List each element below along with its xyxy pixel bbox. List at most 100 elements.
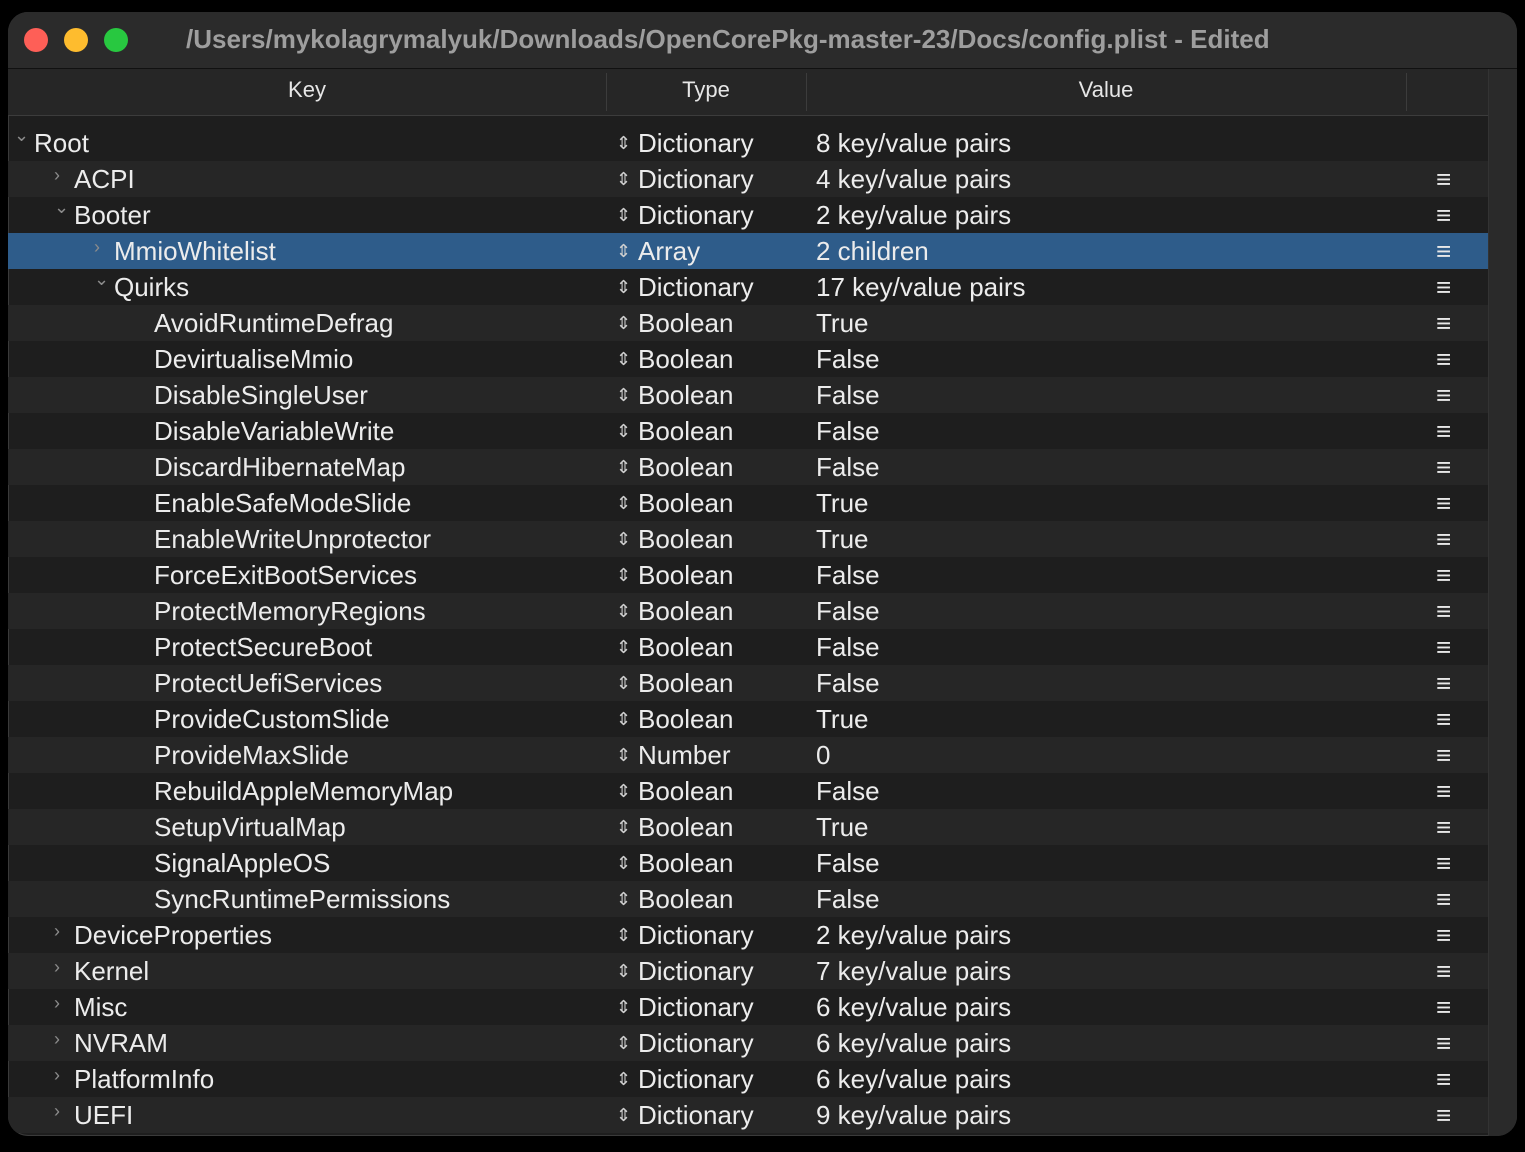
- row-value[interactable]: 4 key/value pairs: [816, 161, 1011, 197]
- row-menu-icon[interactable]: ≡: [1436, 917, 1451, 953]
- outline-row[interactable]: ⌄ Root ⇕ Dictionary 8 key/value pairs: [8, 125, 1488, 161]
- row-key[interactable]: ProtectMemoryRegions: [154, 593, 426, 629]
- row-value[interactable]: True: [816, 305, 869, 341]
- row-menu-icon[interactable]: ≡: [1436, 989, 1451, 1025]
- type-stepper-icon[interactable]: ⇕: [616, 449, 631, 485]
- row-key[interactable]: Root: [34, 125, 89, 161]
- column-header-value[interactable]: Value: [807, 69, 1405, 115]
- row-type[interactable]: Boolean: [638, 377, 733, 413]
- row-menu-icon[interactable]: ≡: [1436, 377, 1451, 413]
- type-stepper-icon[interactable]: ⇕: [616, 521, 631, 557]
- type-stepper-icon[interactable]: ⇕: [616, 377, 631, 413]
- disclosure-collapsed-icon[interactable]: ›: [54, 1093, 60, 1129]
- row-value[interactable]: False: [816, 557, 880, 593]
- type-stepper-icon[interactable]: ⇕: [616, 557, 631, 593]
- vertical-scrollbar[interactable]: [1488, 69, 1517, 1136]
- row-value[interactable]: False: [816, 881, 880, 917]
- row-key[interactable]: DisableVariableWrite: [154, 413, 394, 449]
- disclosure-collapsed-icon[interactable]: ›: [54, 157, 60, 193]
- row-key[interactable]: DeviceProperties: [74, 917, 272, 953]
- row-key[interactable]: SyncRuntimePermissions: [154, 881, 450, 917]
- row-key[interactable]: ForceExitBootServices: [154, 557, 417, 593]
- disclosure-collapsed-icon[interactable]: ›: [54, 1021, 60, 1057]
- row-key[interactable]: NVRAM: [74, 1025, 168, 1061]
- row-key[interactable]: MmioWhitelist: [114, 233, 276, 269]
- outline-row[interactable]: DisableVariableWrite ⇕ Boolean False ≡: [8, 413, 1488, 449]
- row-type[interactable]: Boolean: [638, 773, 733, 809]
- row-menu-icon[interactable]: ≡: [1436, 845, 1451, 881]
- row-key[interactable]: ProvideCustomSlide: [154, 701, 390, 737]
- row-value[interactable]: False: [816, 593, 880, 629]
- row-type[interactable]: Dictionary: [638, 953, 754, 989]
- type-stepper-icon[interactable]: ⇕: [616, 953, 631, 989]
- row-type[interactable]: Boolean: [638, 881, 733, 917]
- row-key[interactable]: DisableSingleUser: [154, 377, 368, 413]
- outline-row[interactable]: EnableWriteUnprotector ⇕ Boolean True ≡: [8, 521, 1488, 557]
- row-menu-icon[interactable]: ≡: [1436, 485, 1451, 521]
- outline-row[interactable]: › Kernel ⇕ Dictionary 7 key/value pairs ≡: [8, 953, 1488, 989]
- type-stepper-icon[interactable]: ⇕: [616, 1061, 631, 1097]
- row-key[interactable]: Misc: [74, 989, 127, 1025]
- type-stepper-icon[interactable]: ⇕: [616, 989, 631, 1025]
- outline-row[interactable]: ProvideMaxSlide ⇕ Number 0 ≡: [8, 737, 1488, 773]
- column-header-type[interactable]: Type: [607, 69, 805, 115]
- row-type[interactable]: Dictionary: [638, 161, 754, 197]
- row-type[interactable]: Boolean: [638, 629, 733, 665]
- disclosure-collapsed-icon[interactable]: ›: [94, 229, 100, 265]
- row-type[interactable]: Boolean: [638, 701, 733, 737]
- outline-row[interactable]: › Misc ⇕ Dictionary 6 key/value pairs ≡: [8, 989, 1488, 1025]
- row-value[interactable]: False: [816, 629, 880, 665]
- row-type[interactable]: Boolean: [638, 593, 733, 629]
- row-key[interactable]: ACPI: [74, 161, 135, 197]
- outline-row[interactable]: ProtectSecureBoot ⇕ Boolean False ≡: [8, 629, 1488, 665]
- outline-row[interactable]: DisableSingleUser ⇕ Boolean False ≡: [8, 377, 1488, 413]
- row-value[interactable]: 2 children: [816, 233, 929, 269]
- row-key[interactable]: PlatformInfo: [74, 1061, 214, 1097]
- outline-row[interactable]: SignalAppleOS ⇕ Boolean False ≡: [8, 845, 1488, 881]
- row-value[interactable]: True: [816, 485, 869, 521]
- type-stepper-icon[interactable]: ⇕: [616, 413, 631, 449]
- row-value[interactable]: 9 key/value pairs: [816, 1097, 1011, 1133]
- row-value[interactable]: 6 key/value pairs: [816, 1025, 1011, 1061]
- type-stepper-icon[interactable]: ⇕: [616, 773, 631, 809]
- row-menu-icon[interactable]: ≡: [1436, 413, 1451, 449]
- type-stepper-icon[interactable]: ⇕: [616, 485, 631, 521]
- row-type[interactable]: Boolean: [638, 341, 733, 377]
- row-key[interactable]: UEFI: [74, 1097, 133, 1133]
- row-value[interactable]: 0: [816, 737, 830, 773]
- outline-row[interactable]: › DeviceProperties ⇕ Dictionary 2 key/value …: [8, 917, 1488, 953]
- column-divider[interactable]: [1406, 73, 1407, 111]
- row-value[interactable]: True: [816, 701, 869, 737]
- row-key[interactable]: DevirtualiseMmio: [154, 341, 353, 377]
- outline-row[interactable]: ⌄ Booter ⇕ Dictionary 2 key/value pairs ≡: [8, 197, 1488, 233]
- disclosure-expanded-icon[interactable]: ⌄: [54, 189, 69, 225]
- row-menu-icon[interactable]: ≡: [1436, 341, 1451, 377]
- row-value[interactable]: False: [816, 773, 880, 809]
- type-stepper-icon[interactable]: ⇕: [616, 233, 631, 269]
- row-menu-icon[interactable]: ≡: [1436, 233, 1451, 269]
- row-type[interactable]: Number: [638, 737, 730, 773]
- row-menu-icon[interactable]: ≡: [1436, 1097, 1451, 1133]
- close-button[interactable]: [24, 28, 48, 52]
- zoom-button[interactable]: [104, 28, 128, 52]
- row-menu-icon[interactable]: ≡: [1436, 449, 1451, 485]
- outline-row[interactable]: › UEFI ⇕ Dictionary 9 key/value pairs ≡: [8, 1097, 1488, 1133]
- outline-row[interactable]: EnableSafeModeSlide ⇕ Boolean True ≡: [8, 485, 1488, 521]
- row-key[interactable]: DiscardHibernateMap: [154, 449, 405, 485]
- row-value[interactable]: False: [816, 377, 880, 413]
- outline-row[interactable]: AvoidRuntimeDefrag ⇕ Boolean True ≡: [8, 305, 1488, 341]
- outline-row[interactable]: SyncRuntimePermissions ⇕ Boolean False ≡: [8, 881, 1488, 917]
- disclosure-collapsed-icon[interactable]: ›: [54, 985, 60, 1021]
- disclosure-expanded-icon[interactable]: ⌄: [14, 117, 29, 153]
- row-key[interactable]: ProvideMaxSlide: [154, 737, 349, 773]
- row-key[interactable]: EnableWriteUnprotector: [154, 521, 431, 557]
- row-type[interactable]: Dictionary: [638, 1097, 754, 1133]
- column-header-key[interactable]: Key: [8, 69, 606, 115]
- row-type[interactable]: Boolean: [638, 449, 733, 485]
- outline-row[interactable]: › ACPI ⇕ Dictionary 4 key/value pairs ≡: [8, 161, 1488, 197]
- row-value[interactable]: 17 key/value pairs: [816, 269, 1026, 305]
- row-menu-icon[interactable]: ≡: [1436, 305, 1451, 341]
- outline-row[interactable]: RebuildAppleMemoryMap ⇕ Boolean False ≡: [8, 773, 1488, 809]
- row-type[interactable]: Dictionary: [638, 989, 754, 1025]
- type-stepper-icon[interactable]: ⇕: [616, 917, 631, 953]
